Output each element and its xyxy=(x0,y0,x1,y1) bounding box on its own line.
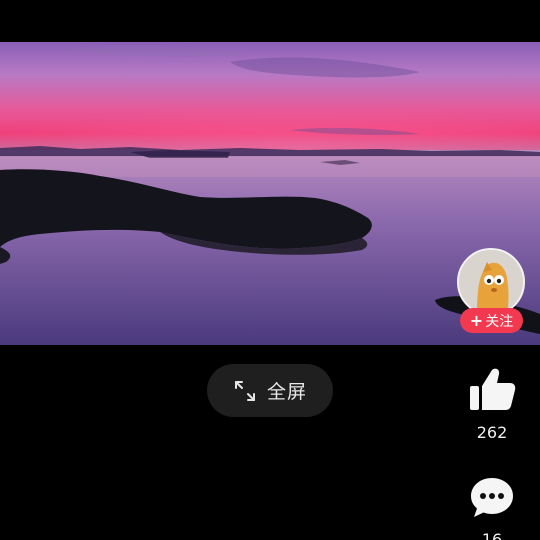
fullscreen-button[interactable]: 全屏 xyxy=(207,364,333,417)
follow-button[interactable]: + 关注 xyxy=(460,308,523,333)
comment-button[interactable] xyxy=(468,474,516,522)
expand-arrows-icon xyxy=(234,380,255,401)
cartoon-avatar-icon xyxy=(459,250,523,314)
author-avatar[interactable] xyxy=(457,248,525,316)
chat-bubble-icon xyxy=(471,478,513,517)
like-count: 262 xyxy=(476,423,508,442)
video-feed-screen: 全屏 + 关注 262 16 xyxy=(0,0,540,540)
follow-label: 关注 xyxy=(485,313,514,330)
thumbs-up-icon xyxy=(470,368,516,410)
avatar xyxy=(457,248,525,316)
fullscreen-label: 全屏 xyxy=(266,381,307,403)
plus-icon: + xyxy=(469,310,484,330)
like-button[interactable] xyxy=(466,364,518,416)
comment-count: 16 xyxy=(481,530,503,540)
